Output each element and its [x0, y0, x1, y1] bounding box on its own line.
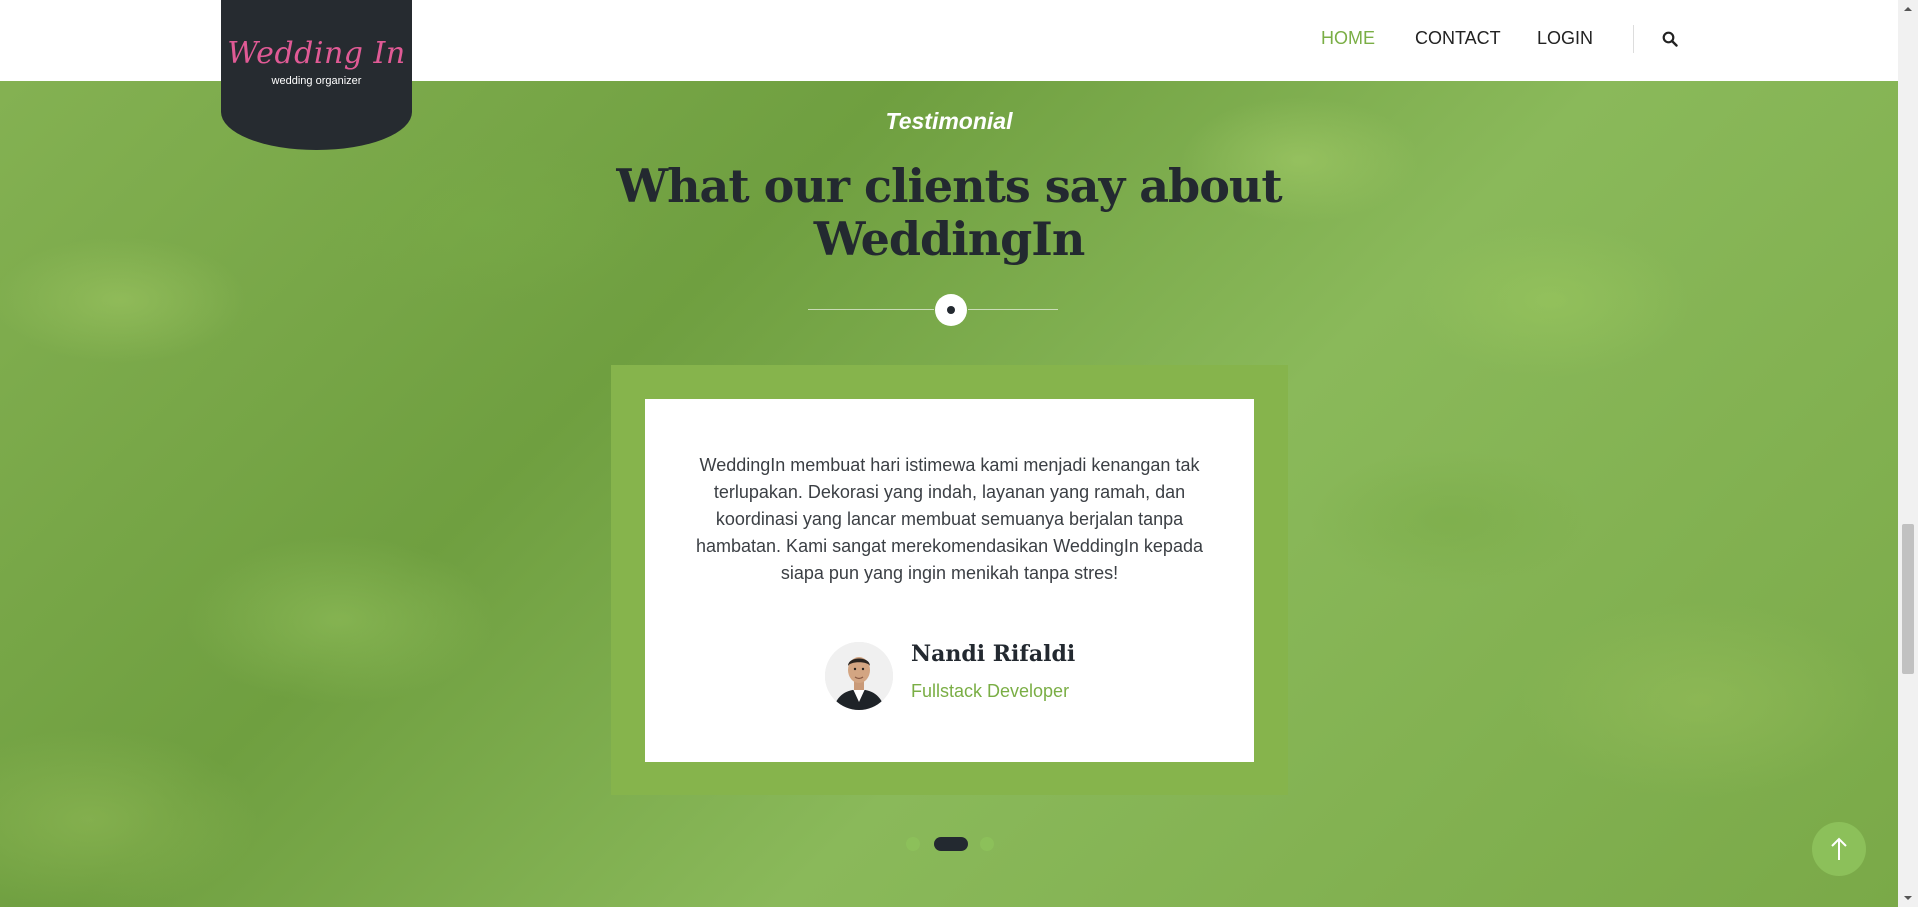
avatar-portrait-icon — [825, 642, 893, 710]
person-name: Nandi Rifaldi — [911, 641, 1076, 667]
nav-divider — [1633, 25, 1634, 53]
carousel-dot-2-active[interactable] — [934, 837, 968, 851]
person-avatar — [825, 642, 893, 710]
logo-title: Wedding In — [227, 36, 406, 71]
testimonial-quote: WeddingIn membuat hari istimewa kami men… — [696, 455, 1203, 583]
nav-login[interactable]: LOGIN — [1537, 28, 1593, 49]
arrow-up-icon — [1831, 837, 1847, 860]
scroll-up-icon[interactable] — [1898, 2, 1918, 16]
search-icon[interactable] — [1662, 31, 1678, 47]
scrollbar-thumb[interactable] — [1902, 524, 1914, 674]
carousel-dot-3[interactable] — [980, 837, 994, 851]
testimonial-card: WeddingIn membuat hari istimewa kami men… — [645, 399, 1254, 762]
back-to-top-button[interactable] — [1812, 822, 1866, 876]
scroll-down-icon[interactable] — [1898, 891, 1918, 905]
separator-line-right — [968, 309, 1058, 310]
person-role: Fullstack Developer — [911, 681, 1070, 701]
carousel-dot-1[interactable] — [906, 837, 920, 851]
nav-home[interactable]: HOME — [1321, 28, 1375, 49]
separator-dot-icon — [935, 294, 967, 326]
page-scrollbar[interactable] — [1898, 0, 1918, 907]
site-logo[interactable]: Wedding In wedding organizer — [221, 0, 412, 150]
section-title: What our clients say about WeddingIn — [616, 159, 1282, 266]
separator-line-left — [808, 309, 934, 310]
nav-contact[interactable]: CONTACT — [1415, 28, 1501, 49]
logo-subtitle: wedding organizer — [271, 75, 362, 87]
